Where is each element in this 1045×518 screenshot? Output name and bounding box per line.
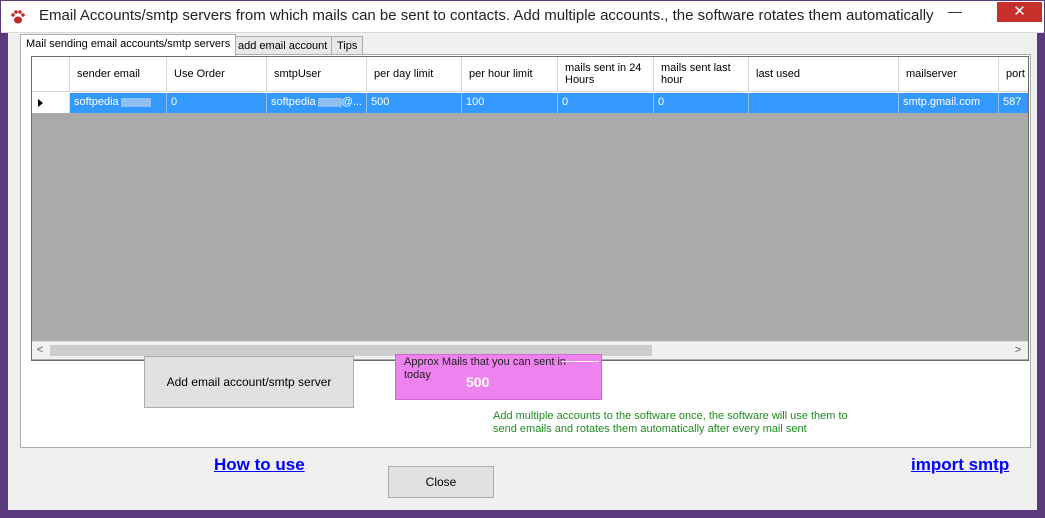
row-header[interactable] — [32, 93, 70, 113]
close-button[interactable]: Close — [388, 466, 494, 498]
cell-port[interactable]: 587 — [999, 93, 1028, 113]
tab-page: sender email Use Order smtpUser per day … — [20, 54, 1031, 448]
title-bar: Email Accounts/smtp servers from which m… — [1, 1, 1044, 33]
approx-mails-label: Approx Mails that you can sent in today — [404, 356, 567, 381]
cell-last-used[interactable] — [749, 93, 899, 113]
minimize-button[interactable]: — — [941, 2, 969, 24]
tab-mail-sending-accounts[interactable]: Mail sending email accounts/smtp servers — [20, 34, 237, 56]
col-mailserver[interactable]: mailserver — [899, 57, 999, 92]
main-window: Email Accounts/smtp servers from which m… — [0, 0, 1045, 518]
paw-icon — [11, 10, 25, 24]
col-last-used[interactable]: last used — [749, 57, 899, 92]
window-title: Email Accounts/smtp servers from which m… — [39, 7, 934, 24]
col-sender-email[interactable]: sender email — [70, 57, 167, 92]
close-window-button[interactable]: ✕ — [997, 2, 1042, 22]
col-sent-24h[interactable]: mails sent in 24 Hours — [558, 57, 654, 92]
cell-per-hour-limit[interactable]: 100 — [462, 93, 558, 113]
cell-mailserver[interactable]: smtp.gmail.com — [899, 93, 999, 113]
col-port[interactable]: port — [999, 57, 1028, 92]
cell-sent-last-hour[interactable]: 0 — [654, 93, 749, 113]
col-sent-last-hour[interactable]: mails sent last hour — [654, 57, 749, 92]
cell-use-order[interactable]: 0 — [167, 93, 267, 113]
table-row[interactable]: softpedia 0 softpedia @... 500 100 0 0 sm… — [70, 93, 1028, 113]
col-per-day-limit[interactable]: per day limit — [367, 57, 462, 92]
cell-sent-24h[interactable]: 0 — [558, 93, 654, 113]
cell-smtp-user[interactable]: softpedia @... — [267, 93, 367, 113]
how-to-use-link[interactable]: How to use — [214, 455, 305, 475]
accounts-grid[interactable]: sender email Use Order smtpUser per day … — [31, 56, 1029, 361]
col-smtp-user[interactable]: smtpUser — [267, 57, 367, 92]
cell-per-day-limit[interactable]: 500 — [367, 93, 462, 113]
scroll-left-icon[interactable]: < — [32, 343, 48, 358]
scroll-right-icon[interactable]: > — [1010, 343, 1026, 358]
current-row-icon — [38, 99, 43, 107]
add-account-button[interactable]: Add email account/smtp server — [144, 356, 354, 408]
grid-corner — [32, 57, 70, 92]
tab-add-email-account[interactable]: add email account — [232, 36, 334, 55]
info-text: Add multiple accounts to the software on… — [493, 410, 848, 435]
col-use-order[interactable]: Use Order — [167, 57, 267, 92]
client-area: Mail sending email accounts/smtp servers… — [8, 33, 1037, 510]
tab-tips[interactable]: Tips — [331, 36, 364, 55]
cell-sender-email[interactable]: softpedia — [70, 93, 167, 113]
grid-header: sender email Use Order smtpUser per day … — [32, 57, 1028, 93]
approx-mails-value: 500 — [466, 374, 490, 390]
col-per-hour-limit[interactable]: per hour limit — [462, 57, 558, 92]
import-smtp-link[interactable]: import smtp — [911, 455, 1009, 475]
approx-divider — [561, 361, 599, 362]
approx-mails-panel: Approx Mails that you can sent in today … — [395, 354, 602, 400]
